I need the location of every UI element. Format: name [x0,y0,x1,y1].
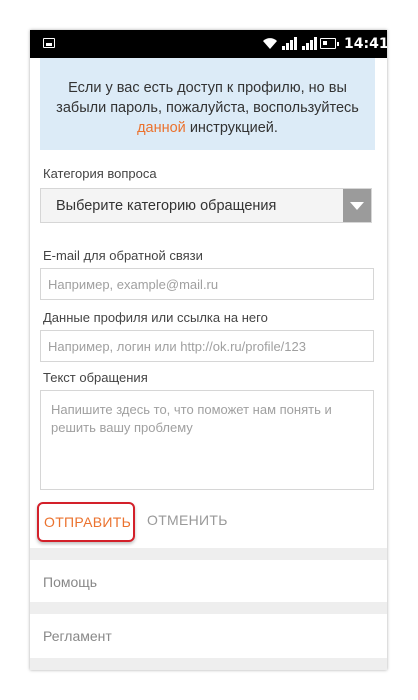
status-bar: 14:41 [30,30,387,58]
message-label: Текст обращения [43,370,148,385]
phone-screen: 14:41 Если у вас есть доступ к профилю, … [30,30,387,670]
category-label: Категория вопроса [43,166,157,181]
notice-text: Если у вас есть доступ к профилю, но вы … [56,80,359,136]
signal-icon [282,37,297,50]
menu-item-label: Помощь [43,574,98,590]
divider [30,602,387,614]
message-textarea[interactable]: Напишите здесь то, что поможет нам понят… [40,390,374,490]
wifi-icon [263,38,277,49]
battery-icon [320,38,339,49]
profile-label: Данные профиля или ссылка на него [43,310,268,325]
message-placeholder: Напишите здесь то, что поможет нам понят… [51,402,332,435]
category-select[interactable]: Выберите категорию обращения [40,188,372,223]
chevron-down-icon [350,202,364,210]
image-notification-icon [43,38,55,48]
category-select-value: Выберите категорию обращения [56,198,277,214]
dropdown-button[interactable] [343,189,371,222]
menu-item-help[interactable]: Помощь [30,560,387,606]
divider [30,658,387,670]
email-field[interactable]: Например, example@mail.ru [40,268,374,300]
menu-item-label: Регламент [43,628,112,644]
signal-icon [302,37,317,50]
cancel-button[interactable]: ОТМЕНИТЬ [147,512,228,528]
email-placeholder: Например, example@mail.ru [48,277,219,292]
send-button[interactable]: ОТПРАВИТЬ [37,502,135,542]
profile-placeholder: Например, логин или http://ok.ru/profile… [48,339,306,354]
instruction-link[interactable]: данной [137,120,186,136]
password-notice: Если у вас есть доступ к профилю, но вы … [40,58,375,150]
send-button-label: ОТПРАВИТЬ [44,514,132,530]
email-label: E-mail для обратной связи [43,248,203,263]
menu-item-rules[interactable]: Регламент [30,614,387,660]
status-time: 14:41 [344,36,387,52]
profile-field[interactable]: Например, логин или http://ok.ru/profile… [40,330,374,362]
divider [30,548,387,560]
